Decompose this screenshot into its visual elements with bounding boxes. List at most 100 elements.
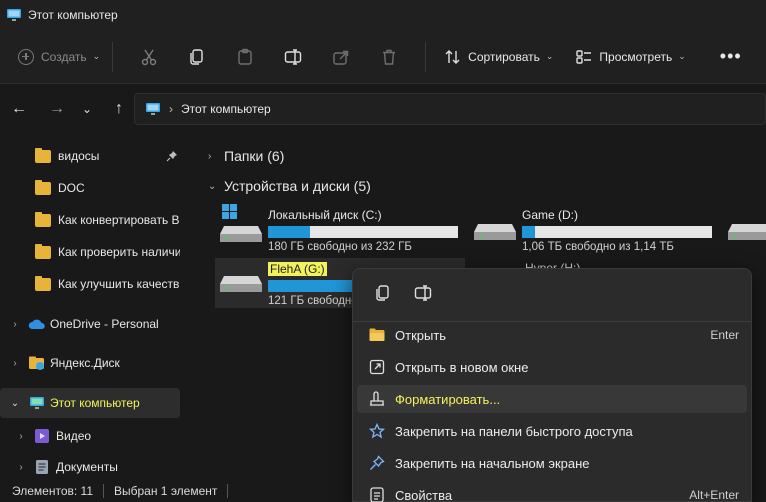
folder-icon (35, 275, 51, 291)
menu-item-pin-quick-access[interactable]: Закрепить на панели быстрого доступа (357, 417, 747, 445)
sidebar-item-yandex-disk[interactable]: › Яндекс.Диск (0, 348, 190, 378)
chevron-right-icon[interactable]: › (14, 462, 28, 473)
new-button-label: Создать (41, 49, 87, 64)
this-pc-icon (30, 397, 44, 409)
sidebar-item-videos[interactable]: видосы (0, 141, 190, 171)
pin-icon (166, 151, 177, 162)
usage-fill (522, 226, 536, 238)
windows-drive-icon (218, 204, 264, 250)
sidebar-item-label: Этот компьютер (50, 396, 140, 410)
sidebar-item-this-pc[interactable]: ⌄ Этот компьютер (0, 388, 180, 418)
sidebar-item-label: Как улучшить качеств (58, 277, 180, 291)
menu-item-format[interactable]: Форматировать... (357, 385, 747, 413)
menu-item-pin-start[interactable]: Закрепить на начальном экране (357, 449, 747, 477)
sidebar-item-label: Видео (56, 429, 92, 443)
folder-icon (35, 243, 51, 259)
menu-item-open-new-window[interactable]: Открыть в новом окне (357, 353, 747, 381)
menu-item-properties[interactable]: Свойства Alt+Enter (357, 481, 747, 502)
shortcut-label: Enter (710, 328, 739, 342)
drive-icon (218, 258, 264, 304)
share-button[interactable] (317, 40, 365, 74)
sidebar-item-label: Как конвертировать BI (58, 213, 180, 227)
menu-item-label: Открыть (395, 327, 447, 343)
arrow-left-icon: ← (11, 100, 27, 117)
divider (103, 484, 104, 498)
sidebar-item-label: OneDrive - Personal (50, 317, 159, 331)
recent-locations-button[interactable]: ⌄ (72, 94, 102, 124)
properties-icon (367, 486, 387, 502)
back-button[interactable]: ← (4, 94, 34, 124)
trash-icon (383, 49, 396, 65)
view-button-label: Просмотреть (599, 49, 673, 64)
rename-button[interactable] (269, 40, 317, 74)
chevron-down-icon: ⌄ (545, 51, 554, 61)
group-header-devices[interactable]: ⌄ Устройства и диски (5) (208, 178, 371, 194)
drive-tile-d[interactable]: Game (D:) 1,06 ТБ свободно из 1,14 ТБ (472, 204, 722, 254)
sort-icon (445, 49, 460, 64)
chevron-down-icon[interactable]: ⌄ (8, 398, 22, 409)
navigation-bar: ← → ⌄ ↑ › Этот компьютер (0, 84, 766, 134)
rename-icon (414, 285, 432, 301)
sidebar-item-folder[interactable]: Как улучшить качеств (0, 269, 180, 299)
up-button[interactable]: ↑ (104, 94, 134, 124)
cut-button[interactable] (125, 40, 173, 74)
sidebar-item-label: Как проверить наличи (58, 245, 180, 259)
menu-item-label: Форматировать... (395, 391, 501, 407)
sidebar-item-documents[interactable]: › Документы (0, 452, 190, 480)
drive-name: Game (D:) (522, 208, 579, 222)
forward-button[interactable]: → (42, 94, 72, 124)
sidebar-item-label: DOC (58, 181, 85, 195)
drive-free-space: 1,06 ТБ свободно из 1,14 ТБ (522, 241, 674, 253)
sidebar-item-label: Яндекс.Диск (50, 356, 120, 370)
drive-name: Локальный диск (C:) (268, 208, 382, 222)
sidebar-item-label: Документы (56, 460, 118, 474)
sidebar-item-folder[interactable]: Как конвертировать BI (0, 205, 180, 235)
breadcrumb[interactable]: Этот компьютер (181, 102, 271, 116)
format-icon (367, 390, 387, 408)
new-button[interactable]: Создать ⌄ (18, 48, 101, 65)
copy-icon (376, 285, 389, 301)
this-pc-icon (7, 9, 21, 21)
chevron-right-icon[interactable]: › (14, 431, 28, 442)
sidebar-item-onedrive[interactable]: › OneDrive - Personal (0, 309, 190, 339)
menu-item-label: Закрепить на начальном экране (395, 455, 590, 471)
folder-icon (35, 147, 51, 163)
sidebar-item-label: видосы (58, 149, 100, 163)
divider (112, 41, 114, 72)
copy-action-button[interactable] (363, 279, 403, 307)
delete-button[interactable] (365, 40, 413, 74)
address-bar[interactable]: › Этот компьютер (134, 93, 766, 125)
sort-button[interactable]: Сортировать ⌄ (438, 48, 559, 66)
drive-icon (472, 204, 518, 250)
copy-button[interactable] (173, 40, 221, 74)
sort-button-label: Сортировать (468, 49, 540, 64)
paste-button[interactable] (221, 40, 269, 74)
chevron-right-icon[interactable]: › (8, 358, 22, 369)
copy-icon (190, 48, 203, 65)
star-icon (367, 422, 387, 440)
sidebar-item-doc[interactable]: DOC (0, 173, 190, 203)
chevron-down-icon: ⌄ (81, 102, 93, 116)
menu-item-open[interactable]: Открыть Enter (357, 321, 747, 349)
sidebar-item-folder[interactable]: Как проверить наличи (0, 237, 180, 267)
drive-tile-c[interactable]: Локальный диск (C:) 180 ГБ свободно из 2… (218, 204, 468, 254)
arrow-up-icon: ↑ (115, 100, 123, 117)
menu-item-label: Открыть в новом окне (395, 359, 529, 375)
view-list-icon (576, 49, 592, 64)
folder-icon (35, 179, 51, 195)
item-count: Элементов: 11 (12, 484, 93, 498)
view-button[interactable]: Просмотреть ⌄ (569, 48, 691, 66)
rename-icon (284, 48, 302, 65)
menu-item-label: Свойства (395, 487, 453, 502)
folder-icon (35, 211, 51, 227)
rename-action-button[interactable] (403, 279, 443, 307)
divider (227, 484, 229, 498)
drive-tile-partial[interactable] (726, 204, 766, 254)
chevron-down-icon: ⌄ (92, 51, 101, 61)
sidebar-item-video[interactable]: › Видео (0, 421, 190, 451)
chevron-right-icon[interactable]: › (8, 319, 22, 330)
drive-icon (726, 204, 766, 250)
more-options-button[interactable]: ••• (720, 46, 742, 67)
group-header-folders[interactable]: › Папки (6) (208, 148, 284, 164)
command-bar: Создать ⌄ Сортировать ⌄ Просмотреть ⌄ ••… (0, 30, 766, 84)
